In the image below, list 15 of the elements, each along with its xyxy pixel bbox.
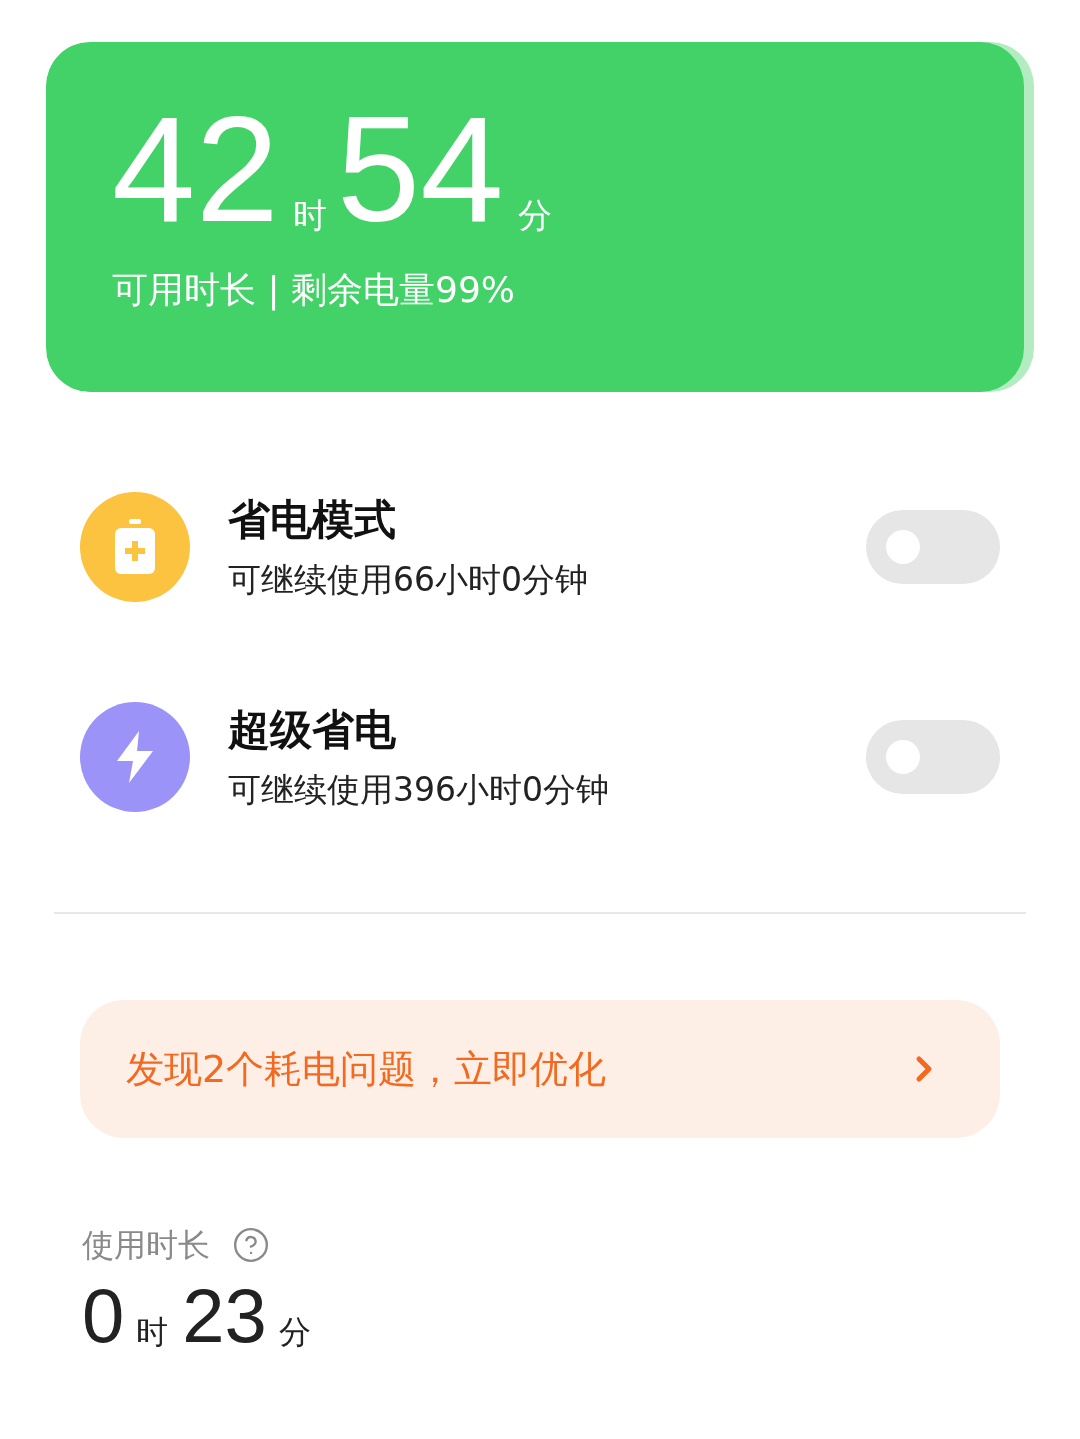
optimize-banner[interactable]: 发现2个耗电问题，立即优化 <box>80 1000 1000 1138</box>
mode-title: 省电模式 <box>228 494 397 547</box>
mode-subtitle: 可继续使用396小时0分钟 <box>228 768 610 810</box>
help-icon[interactable] <box>232 1226 270 1264</box>
usage-minutes-unit: 分 <box>278 1316 311 1348</box>
hours-value: 42 <box>112 104 279 234</box>
minutes-unit: 分 <box>517 198 552 232</box>
hours-unit: 时 <box>292 198 327 232</box>
minutes-value: 54 <box>336 104 504 234</box>
mode-subtitle: 可继续使用66小时0分钟 <box>228 558 589 600</box>
usage-hours-unit: 时 <box>136 1316 169 1348</box>
usage-hours: 0 <box>82 1284 125 1348</box>
usage-minutes: 23 <box>182 1284 267 1348</box>
usage-label: 使用时长 <box>82 1229 210 1261</box>
mode-title: 超级省电 <box>228 704 397 757</box>
